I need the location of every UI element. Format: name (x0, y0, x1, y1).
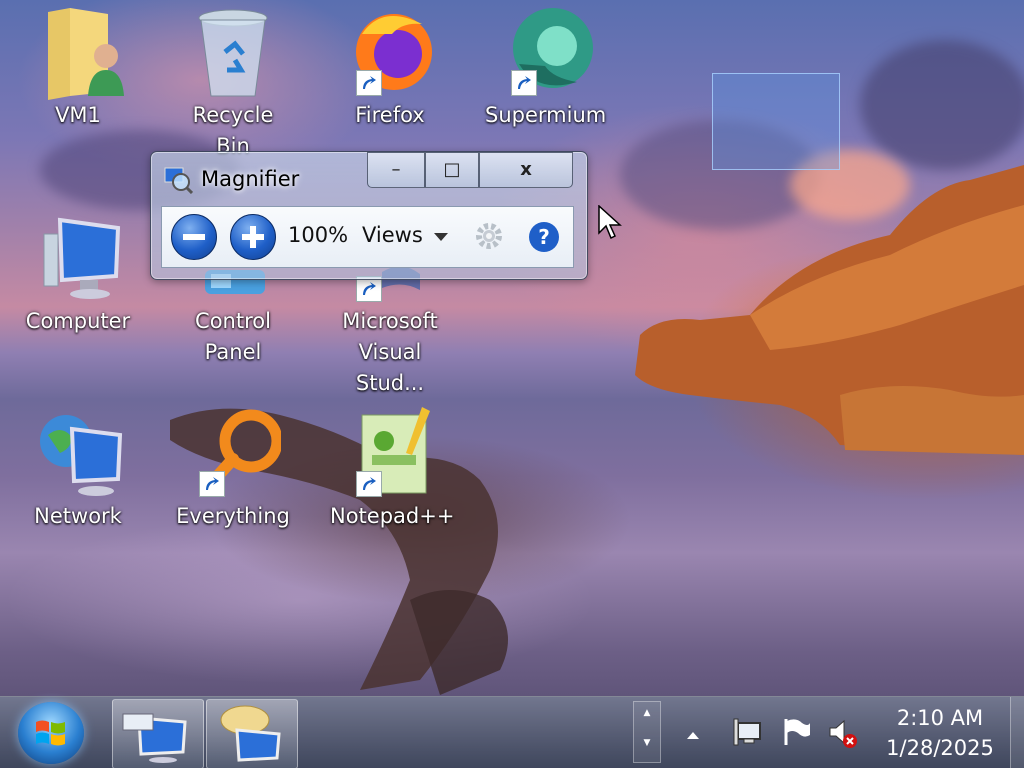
clock-date: 1/28/2025 (886, 736, 994, 760)
shortcut-arrow-icon (356, 471, 382, 497)
magnifier-window[interactable]: Magnifier – □ x 100% Views ? (150, 151, 588, 280)
taskbar-item-narrator[interactable] (206, 699, 298, 768)
narrator-icon (220, 705, 281, 762)
mouse-cursor-icon (598, 204, 622, 245)
wallpaper-cloud (860, 40, 1024, 170)
chevron-down-icon[interactable] (434, 233, 448, 241)
everything-search-icon (185, 405, 283, 501)
action-center-flag-icon[interactable] (782, 717, 812, 751)
windows-logo-icon (36, 720, 65, 746)
notepad-plus-plus-icon (342, 405, 438, 501)
minus-icon (183, 234, 205, 240)
minimize-button[interactable]: – (367, 152, 425, 188)
icon-label: Supermium (485, 103, 607, 127)
zoom-out-button[interactable] (171, 214, 217, 260)
show-hidden-icons-button[interactable] (686, 725, 700, 744)
desktop-icon-notepad-plus-plus[interactable]: Notepad++ (330, 405, 455, 532)
start-button[interactable] (18, 702, 84, 764)
scroll-down-icon[interactable]: ▼ (634, 718, 660, 748)
maximize-button[interactable]: □ (425, 152, 479, 188)
network-status-icon[interactable] (732, 717, 764, 751)
taskbar-clock[interactable]: 2:10 AM 1/28/2025 (876, 703, 1004, 763)
on-screen-keyboard-icon (122, 713, 187, 763)
magnifier-app-icon (163, 164, 194, 198)
taskbar: ▲ ▼ 2:10 AM 1/28/2025 (0, 696, 1024, 768)
plus-icon-vertical (250, 226, 256, 248)
window-title: Magnifier (201, 167, 300, 191)
shortcut-arrow-icon (511, 70, 537, 96)
supermium-icon (497, 4, 593, 100)
desktop-icon-firefox[interactable]: Firefox (330, 4, 450, 131)
close-button[interactable]: x (479, 152, 573, 188)
computer-icon (30, 210, 126, 306)
icon-label: Everything (176, 504, 290, 528)
coastal-cliff (635, 165, 1024, 455)
icon-label: Computer (25, 309, 131, 333)
icon-label: Notepad++ (330, 504, 455, 528)
user-folder-icon (30, 4, 126, 100)
taskbar-item-on-screen-keyboard[interactable] (112, 699, 204, 768)
shortcut-arrow-icon (199, 471, 225, 497)
views-menu-button[interactable]: Views (362, 223, 423, 247)
shortcut-arrow-icon (356, 70, 382, 96)
icon-label: Firefox (355, 103, 425, 127)
clock-time: 2:10 AM (896, 706, 984, 730)
icon-label: VM1 (55, 103, 101, 127)
icon-label: Network (34, 504, 122, 528)
network-icon (30, 405, 126, 501)
scroll-up-icon[interactable]: ▲ (634, 702, 660, 718)
desktop: VM1 Recycle Bin Firefox Supermium Comput… (0, 0, 1024, 768)
gear-icon[interactable] (474, 221, 504, 255)
desktop-icon-vm1[interactable]: VM1 (18, 4, 138, 131)
firefox-icon (342, 4, 438, 100)
magnifier-toolbar: 100% Views ? (161, 206, 574, 268)
desktop-icon-everything[interactable]: Everything (173, 405, 293, 532)
desktop-icon-network[interactable]: Network (18, 405, 138, 532)
icon-label: Microsoft Visual Stud... (342, 309, 438, 395)
taskbar-scroll[interactable]: ▲ ▼ (633, 701, 661, 763)
show-desktop-button[interactable] (1010, 697, 1024, 768)
recycle-bin-icon (185, 4, 281, 100)
desktop-icon-supermium[interactable]: Supermium (485, 4, 607, 131)
selection-rectangle (712, 73, 840, 170)
svg-text:?: ? (538, 225, 550, 249)
zoom-level: 100% (288, 223, 349, 247)
volume-muted-icon[interactable] (828, 717, 860, 753)
desktop-icon-computer[interactable]: Computer (18, 210, 138, 337)
icon-label: Control Panel (195, 309, 271, 364)
help-icon[interactable]: ? (528, 221, 560, 257)
desktop-icon-recycle-bin[interactable]: Recycle Bin (173, 4, 293, 162)
zoom-in-button[interactable] (230, 214, 276, 260)
